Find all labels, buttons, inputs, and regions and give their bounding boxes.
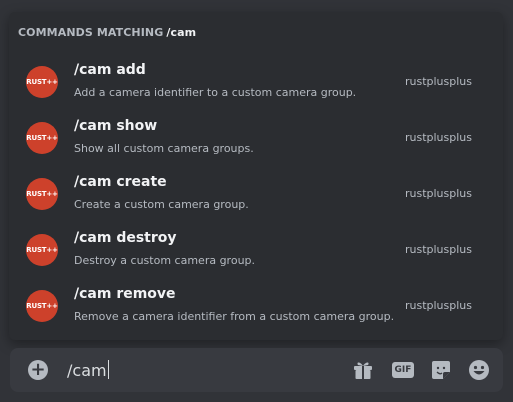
- text-caret: [107, 360, 109, 379]
- message-input-value: /cam: [67, 361, 107, 380]
- command-option-cam-add[interactable]: RUST++ /cam add Add a camera identifier …: [9, 58, 503, 114]
- command-description: Remove a camera identifier from a custom…: [74, 310, 395, 323]
- autocomplete-header: COMMANDS MATCHING/cam: [18, 26, 196, 39]
- command-source: rustplusplus: [404, 299, 472, 312]
- gift-icon[interactable]: [352, 359, 374, 381]
- message-input[interactable]: /cam: [67, 360, 109, 380]
- chat-view: COMMANDS MATCHING/cam RUST++ /cam add Ad…: [0, 0, 513, 402]
- gif-icon[interactable]: GIF: [392, 359, 414, 381]
- command-option-cam-create[interactable]: RUST++ /cam create Create a custom camer…: [9, 170, 503, 226]
- command-description: Create a custom camera group.: [74, 198, 249, 211]
- message-composer: + /cam GIF: [10, 348, 503, 392]
- command-name: /cam add: [74, 62, 146, 78]
- autocomplete-header-query: /cam: [166, 26, 197, 39]
- autocomplete-header-label: COMMANDS MATCHING: [18, 26, 164, 39]
- command-list: RUST++ /cam add Add a camera identifier …: [9, 58, 503, 338]
- command-option-cam-remove[interactable]: RUST++ /cam remove Remove a camera ident…: [9, 282, 503, 338]
- command-description: Show all custom camera groups.: [74, 142, 254, 155]
- sticker-icon[interactable]: [430, 359, 452, 381]
- command-source: rustplusplus: [404, 75, 472, 88]
- rustplusplus-avatar-icon: RUST++: [26, 290, 58, 322]
- gif-label: GIF: [392, 362, 414, 378]
- rustplusplus-avatar-icon: RUST++: [26, 234, 58, 266]
- command-name: /cam destroy: [74, 230, 177, 246]
- command-source: rustplusplus: [404, 243, 472, 256]
- plus-circle-icon[interactable]: +: [28, 360, 48, 380]
- command-source: rustplusplus: [404, 131, 472, 144]
- rustplusplus-avatar-icon: RUST++: [26, 178, 58, 210]
- command-option-cam-show[interactable]: RUST++ /cam show Show all custom camera …: [9, 114, 503, 170]
- command-autocomplete-popup: COMMANDS MATCHING/cam RUST++ /cam add Ad…: [9, 12, 503, 340]
- command-description: Destroy a custom camera group.: [74, 254, 256, 267]
- rustplusplus-avatar-icon: RUST++: [26, 122, 58, 154]
- command-description: Add a camera identifier to a custom came…: [74, 86, 357, 99]
- command-name: /cam remove: [74, 286, 176, 302]
- command-name: /cam create: [74, 174, 167, 190]
- command-option-cam-destroy[interactable]: RUST++ /cam destroy Destroy a custom cam…: [9, 226, 503, 282]
- command-name: /cam show: [74, 118, 158, 134]
- emoji-icon[interactable]: [468, 359, 490, 381]
- rustplusplus-avatar-icon: RUST++: [26, 66, 58, 98]
- command-source: rustplusplus: [404, 187, 472, 200]
